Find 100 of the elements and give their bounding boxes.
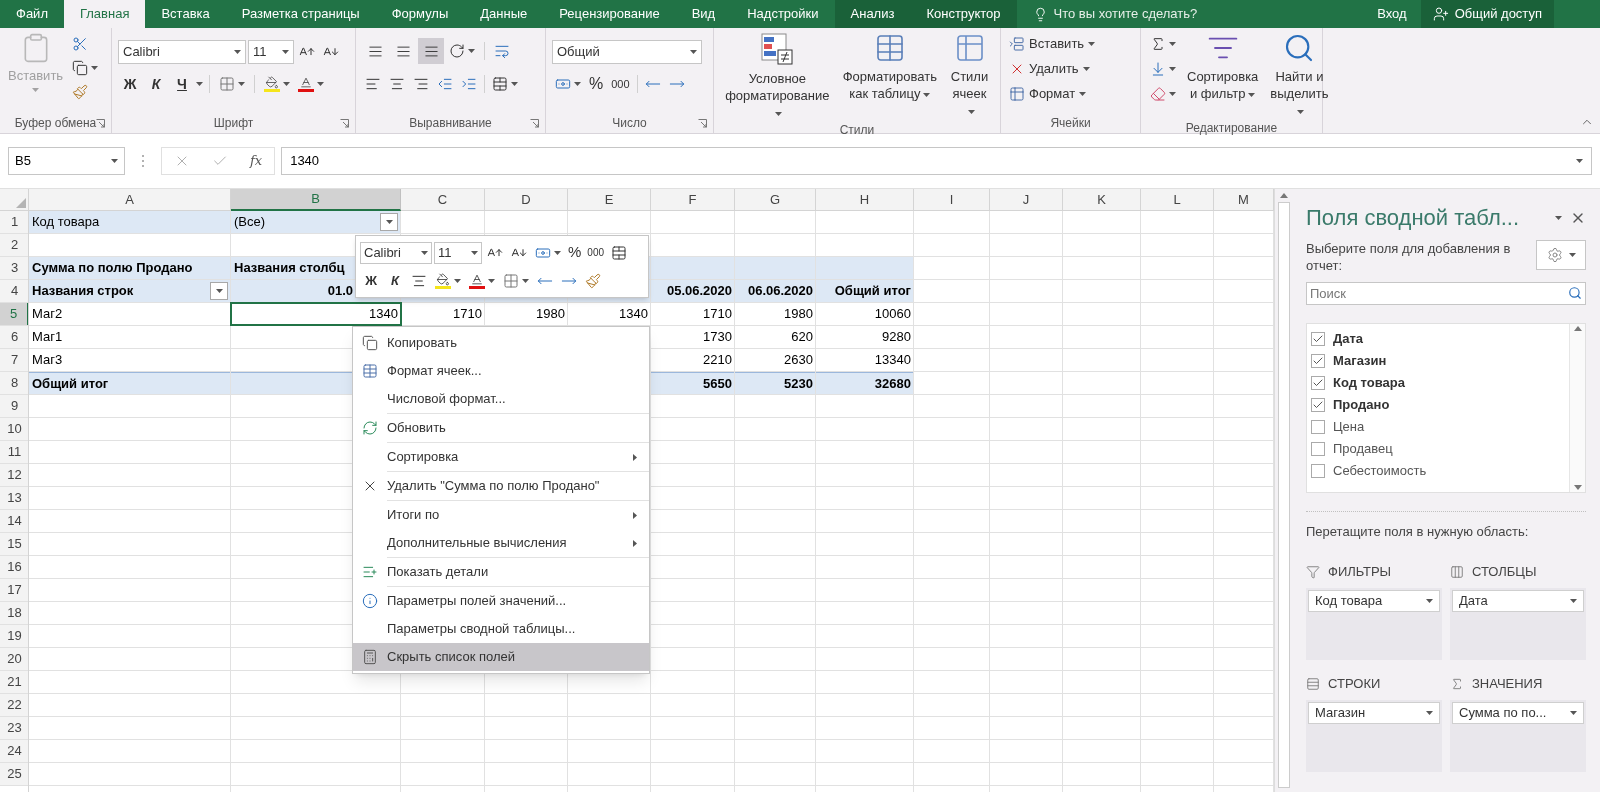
field-checkbox[interactable]: Магазин	[1311, 350, 1569, 372]
row-header[interactable]: 12	[0, 464, 29, 486]
formula-field[interactable]: 1340	[281, 147, 1592, 175]
underline-button[interactable]: Ч	[170, 72, 194, 96]
menu-item[interactable]: Сортировка	[353, 443, 649, 471]
column-header[interactable]: L	[1141, 189, 1214, 211]
editing-button[interactable]: Найти и выделить	[1266, 32, 1333, 119]
number-format-dropdown[interactable]: Общий	[552, 40, 702, 64]
row-header[interactable]: 15	[0, 533, 29, 555]
row-header[interactable]: 25	[0, 763, 29, 785]
font-name-dropdown[interactable]: Calibri	[360, 241, 432, 264]
ribbon-tab[interactable]: Надстройки	[731, 0, 835, 28]
menu-item[interactable]: Итоги по	[353, 501, 649, 529]
percent-button[interactable]: %	[566, 241, 584, 264]
menu-item[interactable]: Копировать	[353, 329, 649, 357]
editing-button[interactable]: Сортировка и фильтр	[1183, 32, 1263, 119]
field-chip[interactable]: Сумма по по...	[1452, 701, 1584, 724]
field-checkbox[interactable]: Дата	[1311, 328, 1569, 350]
column-header[interactable]: H	[816, 189, 914, 211]
column-header[interactable]: G	[735, 189, 816, 211]
row-header[interactable]: 11	[0, 441, 29, 463]
column-header[interactable]: M	[1214, 189, 1274, 211]
column-header[interactable]: F	[651, 189, 735, 211]
search-field[interactable]: Поиск	[1306, 282, 1586, 305]
menu-item[interactable]: Параметры сводной таблицы...	[353, 615, 649, 643]
column-header[interactable]: I	[914, 189, 990, 211]
name-box[interactable]: B5	[8, 147, 125, 175]
row-header[interactable]: 14	[0, 510, 29, 532]
field-checkbox[interactable]: Продано	[1311, 394, 1569, 416]
cells-button[interactable]: Формат	[1007, 82, 1098, 106]
menu-item[interactable]: Формат ячеек...	[353, 357, 649, 385]
cells-button[interactable]: Удалить	[1007, 57, 1098, 81]
styles-button[interactable]: Форматировать как таблицу	[838, 32, 941, 121]
column-header[interactable]: E	[568, 189, 651, 211]
ribbon-tab[interactable]: Конструктор	[910, 0, 1017, 28]
insert-function-button[interactable]: fx	[250, 151, 263, 171]
styles-button[interactable]: Условное форматирование	[720, 32, 835, 121]
column-header[interactable]: J	[990, 189, 1063, 211]
thousands-button[interactable]: 000	[608, 72, 633, 96]
row-header[interactable]: 24	[0, 740, 29, 762]
thousands-button[interactable]: 000	[585, 245, 607, 260]
ribbon-tab[interactable]: Данные	[464, 0, 544, 28]
field-chip[interactable]: Дата	[1452, 589, 1584, 612]
menu-item[interactable]: Удалить "Сумма по полю Продано"	[353, 472, 649, 500]
font-size-dropdown[interactable]: 11	[248, 40, 294, 64]
ribbon-tab[interactable]: Файл	[0, 0, 64, 28]
column-header[interactable]: C	[401, 189, 485, 211]
row-header[interactable]: 7	[0, 349, 29, 371]
menu-item[interactable]: Дополнительные вычисления	[353, 529, 649, 557]
row-header[interactable]: 3	[0, 257, 29, 279]
field-checkbox[interactable]: Код товара	[1311, 372, 1569, 394]
row-header[interactable]: 10	[0, 418, 29, 440]
row-header[interactable]: 1	[0, 211, 29, 233]
share-button[interactable]: Общий доступ	[1420, 0, 1554, 28]
ribbon-tab[interactable]: Формулы	[375, 0, 465, 28]
menu-item[interactable]: Параметры полей значений...	[353, 587, 649, 615]
row-header[interactable]: 4	[0, 280, 29, 302]
tell-me-field[interactable]: Что вы хотите сделать?	[1053, 4, 1254, 24]
bold-button[interactable]: Ж	[118, 72, 142, 96]
row-header[interactable]: 16	[0, 556, 29, 578]
field-checkbox[interactable]: Себестоимость	[1311, 460, 1569, 482]
ribbon-tab[interactable]: Разметка страницы	[225, 0, 376, 28]
field-checkbox[interactable]: Цена	[1311, 416, 1569, 438]
row-header[interactable]: 17	[0, 579, 29, 601]
field-chip[interactable]: Код товара	[1308, 589, 1440, 612]
percent-button[interactable]: %	[586, 72, 607, 96]
font-name-dropdown[interactable]: Calibri	[118, 40, 246, 64]
row-header[interactable]: 20	[0, 648, 29, 670]
row-header[interactable]: 21	[0, 671, 29, 693]
row-header[interactable]: 19	[0, 625, 29, 647]
styles-button[interactable]: Стили ячеек	[945, 32, 994, 121]
column-header[interactable]: A	[29, 189, 231, 211]
column-header[interactable]: B	[231, 189, 401, 211]
row-header[interactable]: 18	[0, 602, 29, 624]
column-header[interactable]: D	[485, 189, 568, 211]
row-header[interactable]: 13	[0, 487, 29, 509]
row-header[interactable]: 23	[0, 717, 29, 739]
row-header[interactable]: 2	[0, 234, 29, 256]
menu-item[interactable]: Числовой формат...	[353, 385, 649, 413]
column-header[interactable]: K	[1063, 189, 1141, 211]
field-chip[interactable]: Магазин	[1308, 701, 1440, 724]
ribbon-tab[interactable]: Анализ	[834, 0, 911, 28]
sign-in-link[interactable]: Вход	[1363, 0, 1421, 28]
row-header[interactable]: 9	[0, 395, 29, 417]
menu-item[interactable]: Показать детали	[353, 558, 649, 586]
ribbon-tab[interactable]: Главная	[63, 0, 146, 28]
cells-button[interactable]: Вставить	[1007, 32, 1098, 56]
row-header[interactable]: 5	[0, 303, 29, 325]
menu-item[interactable]: Скрыть список полей	[353, 643, 649, 671]
menu-item[interactable]: Обновить	[353, 414, 649, 442]
ribbon-tab[interactable]: Вставка	[145, 0, 226, 28]
font-size-dropdown[interactable]: 11	[434, 241, 482, 264]
italic-button[interactable]: К	[144, 72, 168, 96]
row-header[interactable]: 22	[0, 694, 29, 716]
field-checkbox[interactable]: Продавец	[1311, 438, 1569, 460]
filter-label: Названия строк	[32, 282, 134, 301]
ribbon-tab[interactable]: Рецензирование	[543, 0, 676, 28]
row-header[interactable]: 8	[0, 372, 29, 394]
ribbon-tab[interactable]: Вид	[675, 0, 732, 28]
row-header[interactable]: 6	[0, 326, 29, 348]
